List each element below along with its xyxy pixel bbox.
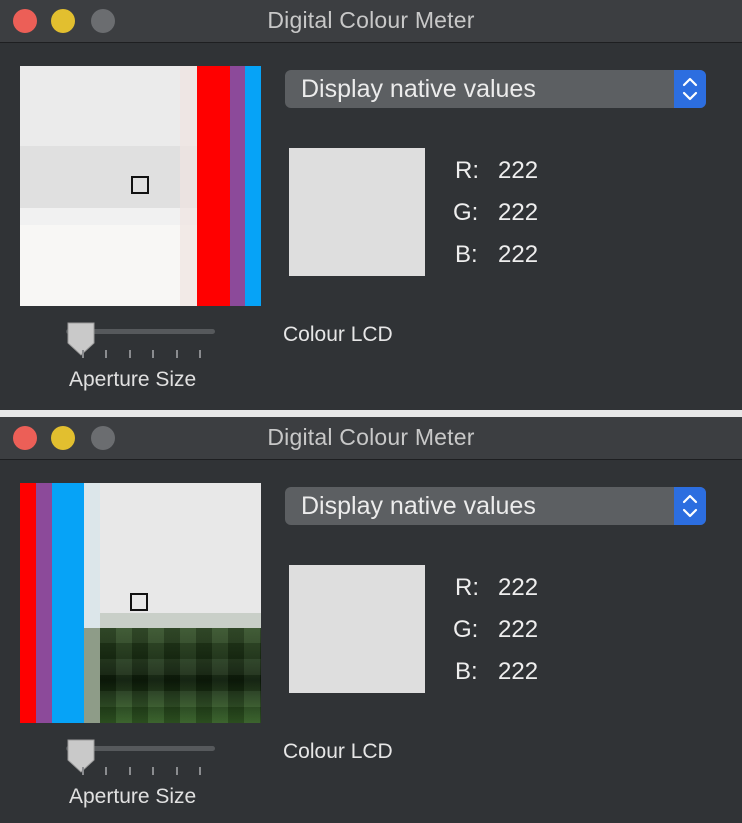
display-name: Colour LCD [283, 740, 393, 763]
mode-select-value: Display native values [301, 75, 536, 103]
window-title: Digital Colour Meter [267, 7, 475, 33]
aperture-square-icon [130, 593, 148, 611]
aperture-square-icon [131, 176, 149, 194]
magnifier-preview [20, 483, 261, 723]
sample-color-swatch [289, 148, 425, 276]
red-label: R: [455, 157, 479, 184]
mode-select[interactable]: Display native values [285, 70, 706, 108]
green-value: 222 [498, 616, 539, 643]
slider-thumb-icon[interactable] [66, 738, 96, 774]
mode-select[interactable]: Display native values [285, 487, 706, 525]
blue-value: 222 [498, 658, 539, 685]
titlebar[interactable]: Digital Colour Meter [0, 0, 742, 43]
titlebar[interactable]: Digital Colour Meter [0, 417, 742, 460]
digital-colour-meter-window-1: Digital Colour Meter Aperture Size Displ… [0, 0, 742, 411]
red-value: 222 [498, 574, 539, 601]
blue-label: B: [455, 241, 478, 268]
aperture-size-label: Aperture Size [69, 368, 197, 391]
red-value: 222 [498, 157, 539, 184]
select-stepper-icon[interactable] [674, 70, 706, 108]
green-label: G: [453, 616, 479, 643]
aperture-size-label: Aperture Size [69, 785, 197, 808]
window-title: Digital Colour Meter [267, 424, 475, 450]
green-label: G: [453, 199, 479, 226]
slider-thumb-icon[interactable] [66, 321, 96, 357]
red-label: R: [455, 574, 479, 601]
green-value: 222 [498, 199, 539, 226]
blue-label: B: [455, 658, 478, 685]
digital-colour-meter-window-2: Digital Colour Meter Aperture Size Displ… [0, 417, 742, 823]
sample-color-swatch [289, 565, 425, 693]
mode-select-value: Display native values [301, 492, 536, 520]
display-name: Colour LCD [283, 323, 393, 346]
window-gap [0, 410, 742, 417]
blue-value: 222 [498, 241, 539, 268]
magnifier-preview [20, 66, 261, 306]
select-stepper-icon[interactable] [674, 487, 706, 525]
